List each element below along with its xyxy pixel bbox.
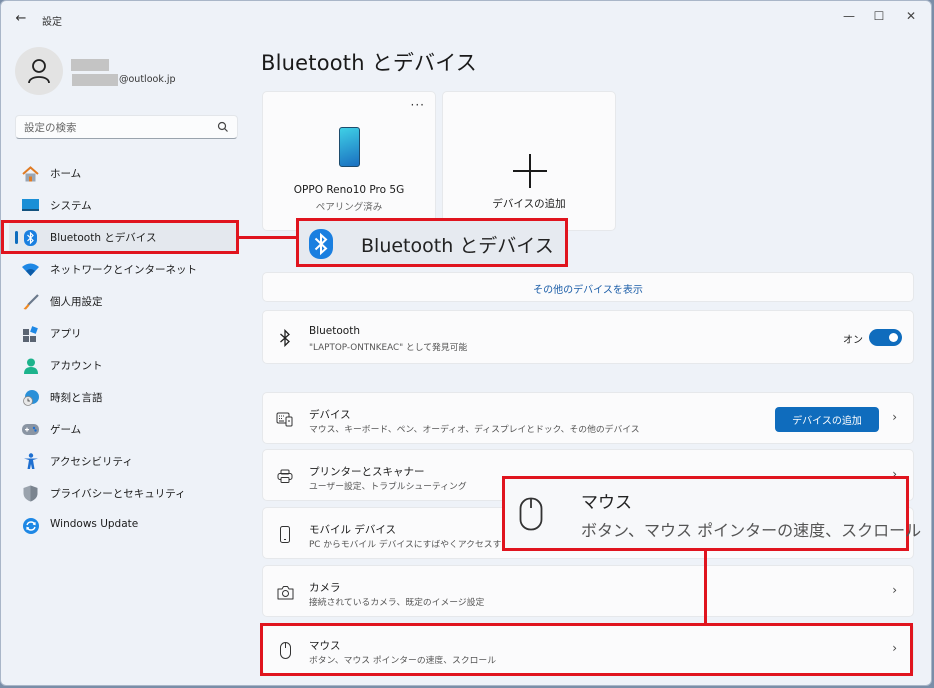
account-email: @outlook.jp [119,74,176,85]
gamepad-icon [22,421,39,438]
add-device-label: デバイスの追加 [492,198,566,210]
sidebar-item-accessibility[interactable]: アクセシビリティ [9,445,239,477]
sidebar-item-label: 時刻と言語 [50,392,103,404]
chevron-right-icon: › [892,410,897,424]
minimize-button[interactable]: — [837,7,861,25]
user-icon [28,59,50,84]
page-title: Bluetooth とデバイス [261,51,477,75]
sidebar-item-system[interactable]: システム [9,189,239,221]
app-title: 設定 [42,17,62,28]
sidebar-item-time-language[interactable]: 時刻と言語 [9,381,239,413]
search-input[interactable] [24,120,214,135]
sidebar-item-windows-update[interactable]: Windows Update [9,509,239,541]
row-title: プリンターとスキャナー [309,466,425,478]
bluetooth-icon [275,328,295,348]
row-title: デバイス [309,409,351,421]
mouse-row-highlight-box [260,623,913,676]
paired-device-card[interactable]: ··· OPPO Reno10 Pro 5G ペアリング済み [262,91,436,231]
system-icon [22,197,39,214]
callout-text: Bluetooth とデバイス [361,235,554,257]
add-device-button[interactable]: デバイスの追加 [775,407,879,432]
row-subtitle: マウス、キーボード、ペン、オーディオ、ディスプレイとドック、その他のデバイス [309,425,640,435]
device-name: OPPO Reno10 Pro 5G [293,184,405,196]
time-language-icon [22,389,39,406]
bluetooth-toggle-row: Bluetooth "LAPTOP-ONTNKEAC" として発見可能 オン [262,310,914,364]
callout-subtitle: ボタン、マウス ポインターの速度、スクロール [581,521,922,540]
title-bar: ← 設定 — ☐ ✕ [1,1,931,37]
sidebar-item-privacy-security[interactable]: プライバシーとセキュリティ [9,477,239,509]
sidebar-item-label: 個人用設定 [50,296,103,308]
settings-search[interactable] [15,115,238,139]
printer-icon [275,466,295,486]
bluetooth-title: Bluetooth [309,325,360,337]
view-more-devices[interactable]: その他のデバイスを表示 [262,272,914,302]
mouse-icon [519,497,543,531]
search-icon[interactable] [217,121,229,133]
row-subtitle: PC からモバイル デバイスにすばやくアクセスする [309,540,511,550]
home-icon [22,165,39,182]
sidebar-item-label: ゲーム [50,424,82,436]
sidebar-item-gaming[interactable]: ゲーム [9,413,239,445]
back-arrow-icon: ← [15,11,27,26]
callout-connector-line [704,551,707,625]
redacted-email [72,74,118,86]
mobile-phone-icon [275,524,295,544]
chevron-right-icon: › [892,583,897,597]
close-button[interactable]: ✕ [899,7,923,25]
sidebar-item-label: Windows Update [50,518,139,530]
view-more-devices-link[interactable]: その他のデバイスを表示 [263,281,913,296]
sidebar-item-label: システム [50,200,92,212]
row-title: モバイル デバイス [309,524,397,536]
sidebar-item-label: アカウント [50,360,103,372]
sidebar-item-label: アプリ [50,328,82,340]
settings-window: ← 設定 — ☐ ✕ @outlook.jp ホーム [0,0,932,686]
sidebar-item-label: ネットワークとインターネット [50,264,197,276]
callout-connector-line [239,236,297,239]
devices-row[interactable]: デバイス マウス、キーボード、ペン、オーディオ、ディスプレイとドック、その他のデ… [262,392,914,444]
sidebar-highlight-box [1,220,239,254]
bluetooth-icon [309,229,333,259]
more-options-button[interactable]: ··· [411,99,425,111]
plus-icon [513,154,547,188]
keyboard-device-icon [275,409,295,429]
sidebar-item-apps[interactable]: アプリ [9,317,239,349]
wifi-icon [22,261,39,278]
shield-icon [22,485,39,502]
bluetooth-subtitle: "LAPTOP-ONTNKEAC" として発見可能 [309,343,468,353]
back-button[interactable]: ← [13,11,29,27]
account-icon [22,357,39,374]
sidebar-item-label: プライバシーとセキュリティ [50,488,186,500]
toggle-knob [889,333,898,342]
accessibility-icon [22,453,39,470]
sidebar-item-personalization[interactable]: 個人用設定 [9,285,239,317]
row-title: カメラ [309,582,341,594]
redacted-username [71,59,109,71]
camera-row[interactable]: カメラ 接続されているカメラ、既定のイメージ設定 › [262,565,914,617]
brush-icon [22,293,39,310]
add-device-card[interactable]: デバイスの追加 [442,91,616,231]
avatar[interactable] [15,47,63,95]
device-status: ペアリング済み [315,202,383,213]
camera-icon [275,582,295,602]
bluetooth-callout: Bluetooth とデバイス [296,218,568,267]
sidebar-nav: ホーム システム Bluetooth とデバイス ネットワークとインターネット [9,157,239,541]
mouse-callout: マウス ボタン、マウス ポインターの速度、スクロール [502,476,921,551]
apps-icon [22,325,39,342]
phone-icon [339,127,360,167]
sidebar-item-accounts[interactable]: アカウント [9,349,239,381]
sidebar-item-network[interactable]: ネットワークとインターネット [9,253,239,285]
update-icon [22,517,39,534]
sidebar-item-home[interactable]: ホーム [9,157,239,189]
row-subtitle: ユーザー設定、トラブルシューティング [309,482,467,492]
row-subtitle: 接続されているカメラ、既定のイメージ設定 [309,598,485,608]
callout-title: マウス [581,493,632,513]
maximize-button[interactable]: ☐ [867,7,891,25]
bluetooth-toggle[interactable] [869,329,902,346]
sidebar-item-label: ホーム [50,168,82,180]
toggle-state-label: オン [843,335,863,346]
sidebar-item-label: アクセシビリティ [50,456,133,468]
